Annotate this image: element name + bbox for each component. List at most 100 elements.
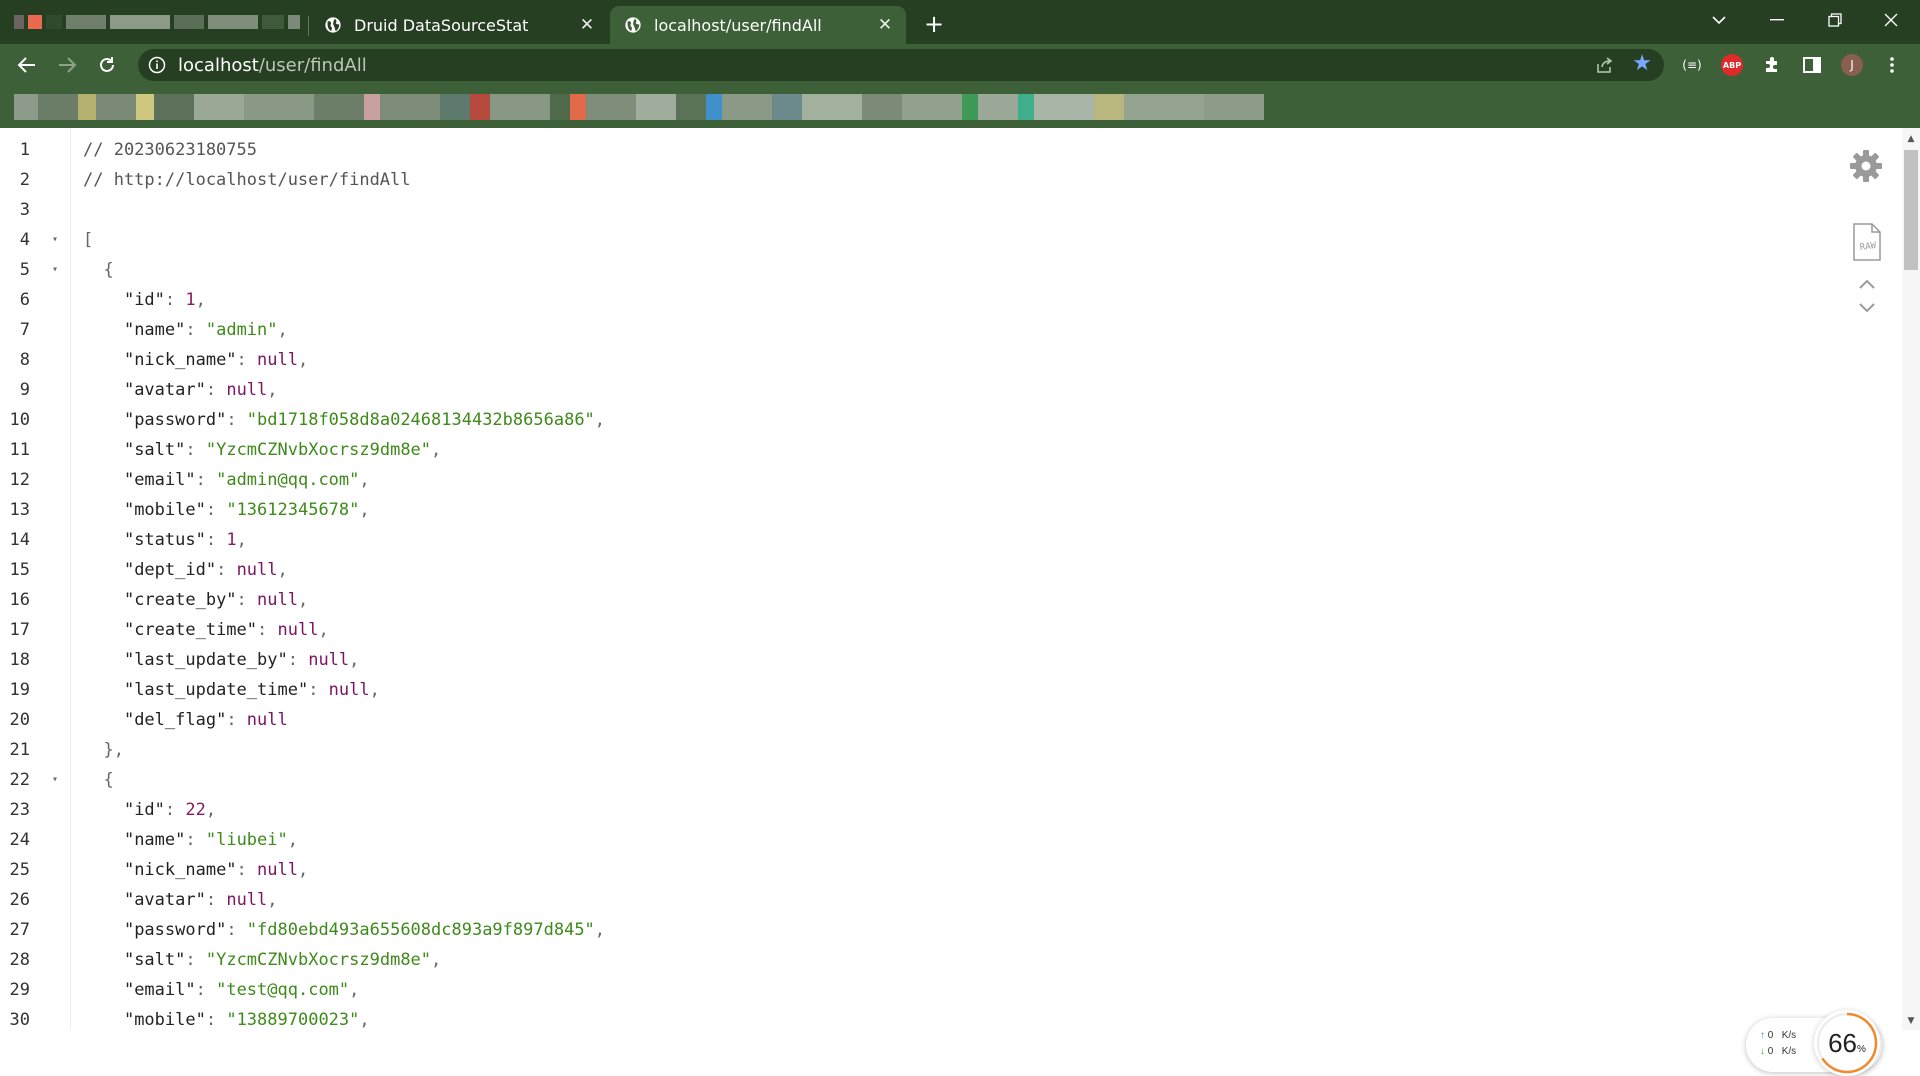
reload-button[interactable]	[92, 50, 122, 80]
close-tab-icon[interactable]: ✕	[574, 12, 600, 38]
star-icon[interactable]: ★	[1632, 53, 1652, 75]
share-icon[interactable]	[1596, 56, 1614, 74]
code-text: "nick_name": null,	[123, 350, 309, 370]
line-number: 16	[9, 590, 30, 610]
code-text: [	[83, 230, 94, 250]
json-viewer: 1 // 20230623180755 2 // http://localhost/u…	[0, 128, 1920, 1076]
upload-value: 0	[1767, 1030, 1774, 1041]
new-tab-button[interactable]: +	[920, 10, 948, 38]
scroll-down-arrow[interactable]: ▼	[1904, 1014, 1918, 1028]
line-number: 29	[9, 980, 30, 1000]
code-line: 8 "nick_name": null,	[0, 345, 308, 375]
line-number: 11	[9, 440, 30, 460]
code-line: 16 "create_by": null,	[0, 585, 309, 615]
code-line: 18 "last_update_by": null,	[0, 645, 360, 675]
fold-toggle-icon[interactable]: ▾	[52, 765, 62, 795]
tab-search-icon[interactable]	[1690, 0, 1748, 40]
code-text: {	[83, 260, 114, 280]
line-number: 9	[19, 380, 30, 400]
expand-down-icon[interactable]	[1858, 302, 1876, 314]
tab-findall[interactable]: localhost/user/findAll ✕	[610, 6, 906, 44]
line-number: 14	[9, 530, 30, 550]
code-text: "id": 22,	[123, 800, 217, 820]
side-panel-button[interactable]	[1800, 53, 1824, 77]
line-number: 20	[9, 710, 30, 730]
code-text: "id": 1,	[123, 290, 206, 310]
download-value: 0	[1767, 1046, 1774, 1057]
scrollbar-thumb[interactable]	[1904, 150, 1918, 270]
line-number: 22	[9, 770, 30, 790]
code-text: "last_update_time": null,	[123, 680, 380, 700]
code-text: "salt": "YzcmCZNvbXocrsz9dm8e",	[123, 950, 442, 970]
back-button[interactable]	[12, 50, 42, 80]
code-line: 14 "status": 1,	[0, 525, 247, 555]
tab-separator	[308, 16, 309, 36]
download-speed: ↓ 0 K/s	[1760, 1046, 1796, 1057]
code-text: "salt": "YzcmCZNvbXocrsz9dm8e",	[123, 440, 442, 460]
abp-extension[interactable]: ABP	[1720, 53, 1744, 77]
url-path: /user/findAll	[258, 55, 367, 76]
blurred-bookmarks[interactable]	[14, 90, 1562, 124]
code-line: 26 "avatar": null,	[0, 885, 278, 915]
line-number: 19	[9, 680, 30, 700]
upload-unit: K/s	[1781, 1030, 1797, 1041]
code-text: },	[83, 740, 124, 760]
info-icon[interactable]	[148, 56, 166, 74]
code-line: 11 "salt": "YzcmCZNvbXocrsz9dm8e",	[0, 435, 442, 465]
reload-icon	[100, 57, 114, 72]
line-number: 24	[9, 830, 30, 850]
fold-toggle-icon[interactable]: ▾	[52, 255, 62, 285]
code-line: 4 ▾ [	[0, 225, 94, 255]
usage-value: 66	[1828, 1028, 1857, 1058]
menu-button[interactable]	[1880, 53, 1904, 77]
line-number: 6	[19, 290, 30, 310]
forward-arrow-icon	[59, 57, 77, 73]
close-window-button[interactable]	[1862, 0, 1920, 40]
upload-arrow-icon: ↑	[1760, 1030, 1765, 1041]
sidebar-icon	[1803, 57, 1821, 73]
toolbar: localhost/user/findAll ★ (≡) ABP J	[0, 44, 1920, 86]
globe-icon	[325, 17, 341, 33]
blurred-tabs[interactable]	[14, 12, 304, 32]
line-number: 12	[9, 470, 30, 490]
line-number: 3	[19, 200, 30, 220]
line-number: 10	[9, 410, 30, 430]
code-text: "password": "bd1718f058d8a02468134432b86…	[123, 410, 606, 430]
usage-sign: %	[1857, 1044, 1866, 1055]
extensions-button[interactable]	[1760, 53, 1784, 77]
line-number: 26	[9, 890, 30, 910]
settings-gear-icon[interactable]	[1848, 148, 1884, 184]
globe-icon	[625, 17, 641, 33]
forward-button[interactable]	[52, 50, 82, 80]
code-text: "last_update_by": null,	[123, 650, 360, 670]
memory-usage-gauge[interactable]: 66%	[1814, 1010, 1880, 1076]
fold-toggle-icon[interactable]: ▾	[52, 225, 62, 255]
extension-icon[interactable]: (≡)	[1680, 53, 1704, 77]
restore-button[interactable]	[1806, 0, 1864, 40]
address-bar[interactable]: localhost/user/findAll ★	[138, 49, 1664, 81]
profile-button[interactable]: J	[1840, 53, 1864, 77]
code-line: 27 "password": "fd80ebd493a655608dc893a9…	[0, 915, 606, 945]
line-number: 1	[19, 140, 30, 160]
code-line: 13 "mobile": "13612345678",	[0, 495, 370, 525]
code-line: 7 "name": "admin",	[0, 315, 288, 345]
tab-druid[interactable]: Druid DataSourceStat ✕	[310, 6, 608, 44]
minimize-button[interactable]	[1748, 0, 1806, 40]
code-line: 12 "email": "admin@qq.com",	[0, 465, 370, 495]
close-tab-icon[interactable]: ✕	[872, 12, 898, 38]
tab-title: localhost/user/findAll	[654, 15, 822, 35]
bookmarks-bar	[0, 86, 1920, 128]
code-text: // http://localhost/user/findAll	[83, 170, 411, 190]
raw-button[interactable]: RAW	[1852, 222, 1882, 262]
scroll-up-arrow[interactable]: ▲	[1904, 132, 1918, 146]
code-line: 6 "id": 1,	[0, 285, 206, 315]
code-text: "password": "fd80ebd493a655608dc893a9f89…	[123, 920, 606, 940]
code-line: 9 "avatar": null,	[0, 375, 278, 405]
code-line: 25 "nick_name": null,	[0, 855, 309, 885]
line-number: 5	[19, 260, 30, 280]
collapse-up-icon[interactable]	[1858, 278, 1876, 290]
code-line: 17 "create_time": null,	[0, 615, 329, 645]
url-text[interactable]: localhost/user/findAll	[178, 55, 367, 76]
code-line: 20 "del_flag": null	[0, 705, 288, 735]
code-line: 3	[0, 195, 30, 225]
